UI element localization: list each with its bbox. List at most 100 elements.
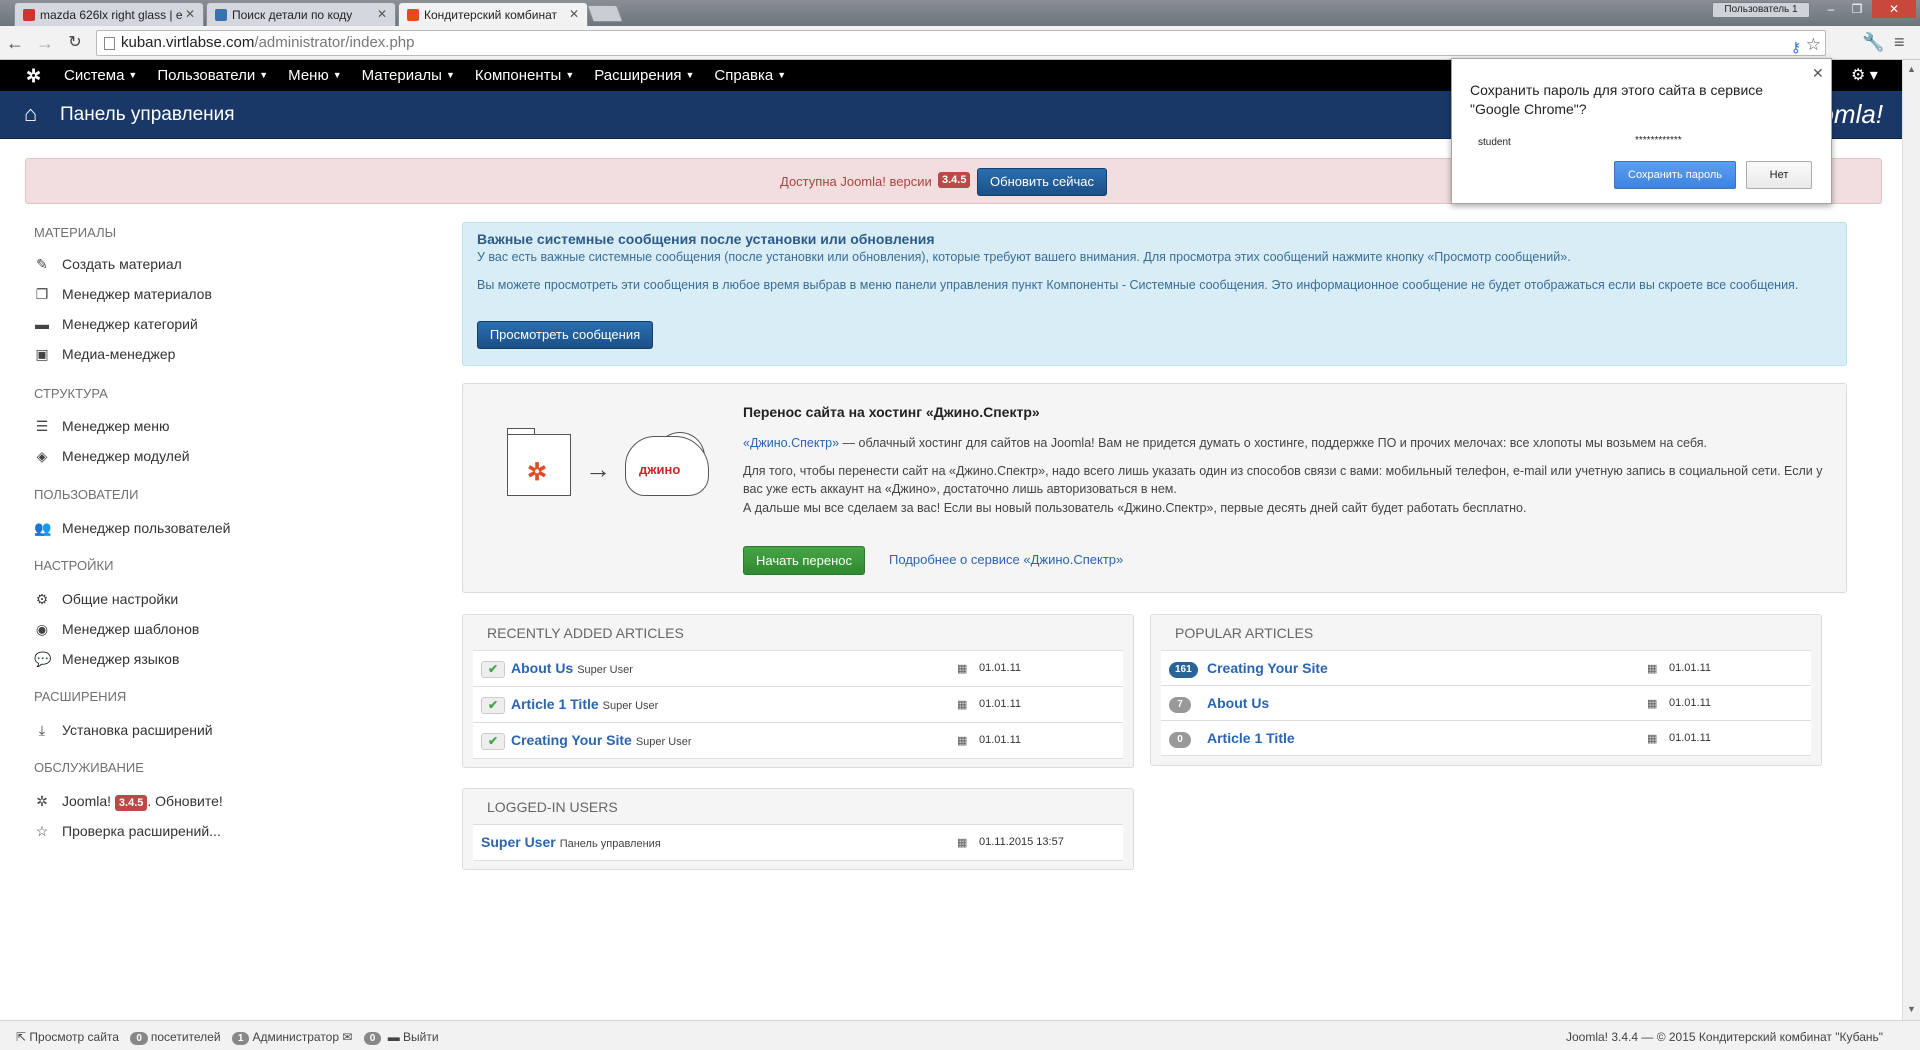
browser-tab[interactable]: Поиск детали по коду ✕ xyxy=(206,2,396,26)
scroll-up-icon[interactable]: ▲ xyxy=(1907,64,1916,74)
decline-button[interactable]: Нет xyxy=(1746,161,1812,189)
start-migration-button[interactable]: Начать перенос xyxy=(743,546,865,575)
menu-help[interactable]: Справка ▼ xyxy=(714,67,786,84)
calendar-icon: ▦ xyxy=(1647,698,1658,710)
profile-button[interactable]: Пользователь 1 xyxy=(1712,2,1810,18)
main-menu: Система ▼ Пользователи ▼ Меню ▼ Материалы ▼ … xyxy=(64,60,806,91)
published-check-icon[interactable]: ✔ xyxy=(481,697,505,714)
caret-down-icon: ▼ xyxy=(128,70,138,80)
sidebar-item-media-manager[interactable]: ▣ Медиа-менеджер xyxy=(34,346,175,363)
sidebar-item-global-config[interactable]: ⚙ Общие настройки xyxy=(34,591,178,608)
published-check-icon[interactable]: ✔ xyxy=(481,733,505,750)
menu-content[interactable]: Материалы ▼ xyxy=(362,67,455,84)
joomla-favicon-icon xyxy=(407,9,419,21)
close-window-icon[interactable]: ✕ xyxy=(1872,0,1916,18)
image-icon: ▣ xyxy=(35,346,49,362)
update-now-button[interactable]: Обновить сейчас xyxy=(977,168,1107,196)
list-icon: ☰ xyxy=(35,418,49,434)
jino-logo-text: джино xyxy=(639,462,681,477)
jino-promo-panel: ✲ → джино Перенос сайта на хостинг «Джин… xyxy=(462,383,1847,593)
browser-tab-active[interactable]: Кондитерский комбинат ✕ xyxy=(398,2,588,26)
menu-users[interactable]: Пользователи ▼ xyxy=(157,67,268,84)
calendar-icon: ▦ xyxy=(957,735,968,747)
article-link[interactable]: Article 1 Title xyxy=(1207,730,1295,746)
pencil-icon: ✎ xyxy=(36,256,48,272)
menu-icon[interactable]: ≡ xyxy=(1894,32,1905,53)
sidebar-item-article-manager[interactable]: ❐ Менеджер материалов xyxy=(34,286,212,303)
wrench-icon[interactable]: 🔧 xyxy=(1862,32,1884,53)
alert-heading: Важные системные сообщения после установ… xyxy=(477,231,935,247)
sidebar-item-install-extensions[interactable]: ⤓ Установка расширений xyxy=(34,722,213,739)
maximize-icon[interactable]: ❐ xyxy=(1844,0,1870,18)
eye-icon: ◉ xyxy=(35,621,49,637)
back-icon[interactable]: ← xyxy=(4,32,26,54)
close-tab-icon[interactable]: ✕ xyxy=(569,7,579,21)
minimize-icon[interactable]: – xyxy=(1818,0,1844,18)
logout-link[interactable]: Выйти xyxy=(403,1030,439,1044)
table-row: 161 Creating Your Site ▦ 01.01.11 xyxy=(1161,651,1811,686)
forward-icon[interactable]: → xyxy=(34,32,56,54)
menu-extensions[interactable]: Расширения ▼ xyxy=(594,67,694,84)
star-outline-icon: ☆ xyxy=(35,823,49,839)
more-about-link[interactable]: Подробнее о сервисе «Джино.Спектр» xyxy=(889,552,1123,567)
view-site-link[interactable]: Просмотр сайта xyxy=(29,1030,119,1044)
menu-menus[interactable]: Меню ▼ xyxy=(288,67,341,84)
scroll-down-icon[interactable]: ▼ xyxy=(1907,1004,1916,1014)
menu-components[interactable]: Компоненты ▼ xyxy=(475,67,574,84)
new-tab-button[interactable] xyxy=(586,5,624,22)
users-icon: 👥 xyxy=(34,520,52,536)
alert-text: У вас есть важные системные сообщения (п… xyxy=(477,250,1571,264)
sidebar-item-check-extensions[interactable]: ☆ Проверка расширений... xyxy=(34,823,221,840)
caret-down-icon: ▼ xyxy=(259,70,269,80)
article-link[interactable]: Creating Your Site xyxy=(511,732,632,748)
sidebar-item-menu-manager[interactable]: ☰ Менеджер меню xyxy=(34,418,170,435)
browser-tab[interactable]: mazda 626lx right glass | e ✕ xyxy=(14,2,204,26)
calendar-icon: ▦ xyxy=(957,663,968,675)
gear-icon[interactable]: ⚙ ▾ xyxy=(1851,65,1878,85)
published-check-icon[interactable]: ✔ xyxy=(481,661,505,678)
sidebar-item-joomla-update[interactable]: ✲ Joomla! 3.4.5. Обновите! xyxy=(34,793,223,811)
address-bar[interactable]: kuban.virtlabse.com/administrator/index.… xyxy=(96,30,1826,56)
close-icon[interactable]: ✕ xyxy=(1812,65,1824,82)
calendar-icon: ▦ xyxy=(1647,663,1658,675)
dialog-question: Сохранить пароль для этого сайта в серви… xyxy=(1470,82,1764,117)
admins-count: 1 xyxy=(231,1032,250,1045)
joomla-logo-icon[interactable]: ✲ xyxy=(26,66,41,87)
envelope-icon: ✉ xyxy=(342,1030,353,1044)
reload-icon[interactable]: ↻ xyxy=(64,32,86,54)
sidebar-item-module-manager[interactable]: ◈ Менеджер модулей xyxy=(34,448,190,465)
sidebar-item-create-article[interactable]: ✎ Создать материал xyxy=(34,256,182,273)
table-row: ✔ About Us Super User ▦ 01.01.11 xyxy=(473,651,1123,687)
menu-system[interactable]: Система ▼ xyxy=(64,67,137,84)
comments-icon: 💬 xyxy=(34,651,52,667)
joomla-logo-icon: ✲ xyxy=(527,459,548,486)
table-row: 0 Article 1 Title ▦ 01.01.11 xyxy=(1161,721,1811,756)
arrow-right-icon: → xyxy=(585,454,611,484)
article-link[interactable]: Creating Your Site xyxy=(1207,660,1328,676)
article-link[interactable]: About Us xyxy=(511,660,573,676)
save-password-button[interactable]: Сохранить пароль xyxy=(1614,161,1736,189)
close-tab-icon[interactable]: ✕ xyxy=(185,7,195,21)
sidebar-item-category-manager[interactable]: ▬ Менеджер категорий xyxy=(34,316,198,332)
sidebar-item-template-manager[interactable]: ◉ Менеджер шаблонов xyxy=(34,621,199,638)
view-messages-button[interactable]: Просмотреть сообщения xyxy=(477,321,653,349)
sidebar-item-user-manager[interactable]: 👥 Менеджер пользователей xyxy=(34,520,231,537)
sidebar-heading: НАСТРОЙКИ xyxy=(34,558,114,573)
hits-badge: 161 xyxy=(1169,662,1198,678)
save-password-dialog: ✕ Сохранить пароль для этого сайта в сер… xyxy=(1451,58,1832,204)
star-icon[interactable]: ☆ xyxy=(1806,33,1821,57)
caret-down-icon: ▼ xyxy=(565,70,575,80)
panel-heading: RECENTLY ADDED ARTICLES xyxy=(487,625,684,641)
article-link[interactable]: About Us xyxy=(1207,695,1269,711)
sidebar-heading: МАТЕРИАЛЫ xyxy=(34,225,117,240)
sidebar-item-language-manager[interactable]: 💬 Менеджер языков xyxy=(34,651,179,668)
user-link[interactable]: Super User xyxy=(481,834,556,850)
table-row: 7 About Us ▦ 01.01.11 xyxy=(1161,686,1811,721)
article-link[interactable]: Article 1 Title xyxy=(511,696,599,712)
jino-link[interactable]: «Джино.Спектр» xyxy=(743,436,839,450)
key-icon[interactable]: ⚷ xyxy=(1791,35,1801,59)
joomla-icon: ✲ xyxy=(36,793,48,809)
promo-text: А дальше мы все сделаем за вас! Если вы … xyxy=(743,501,1527,515)
close-tab-icon[interactable]: ✕ xyxy=(377,7,387,21)
page-scrollbar[interactable]: ▲ ▼ xyxy=(1902,60,1920,1020)
